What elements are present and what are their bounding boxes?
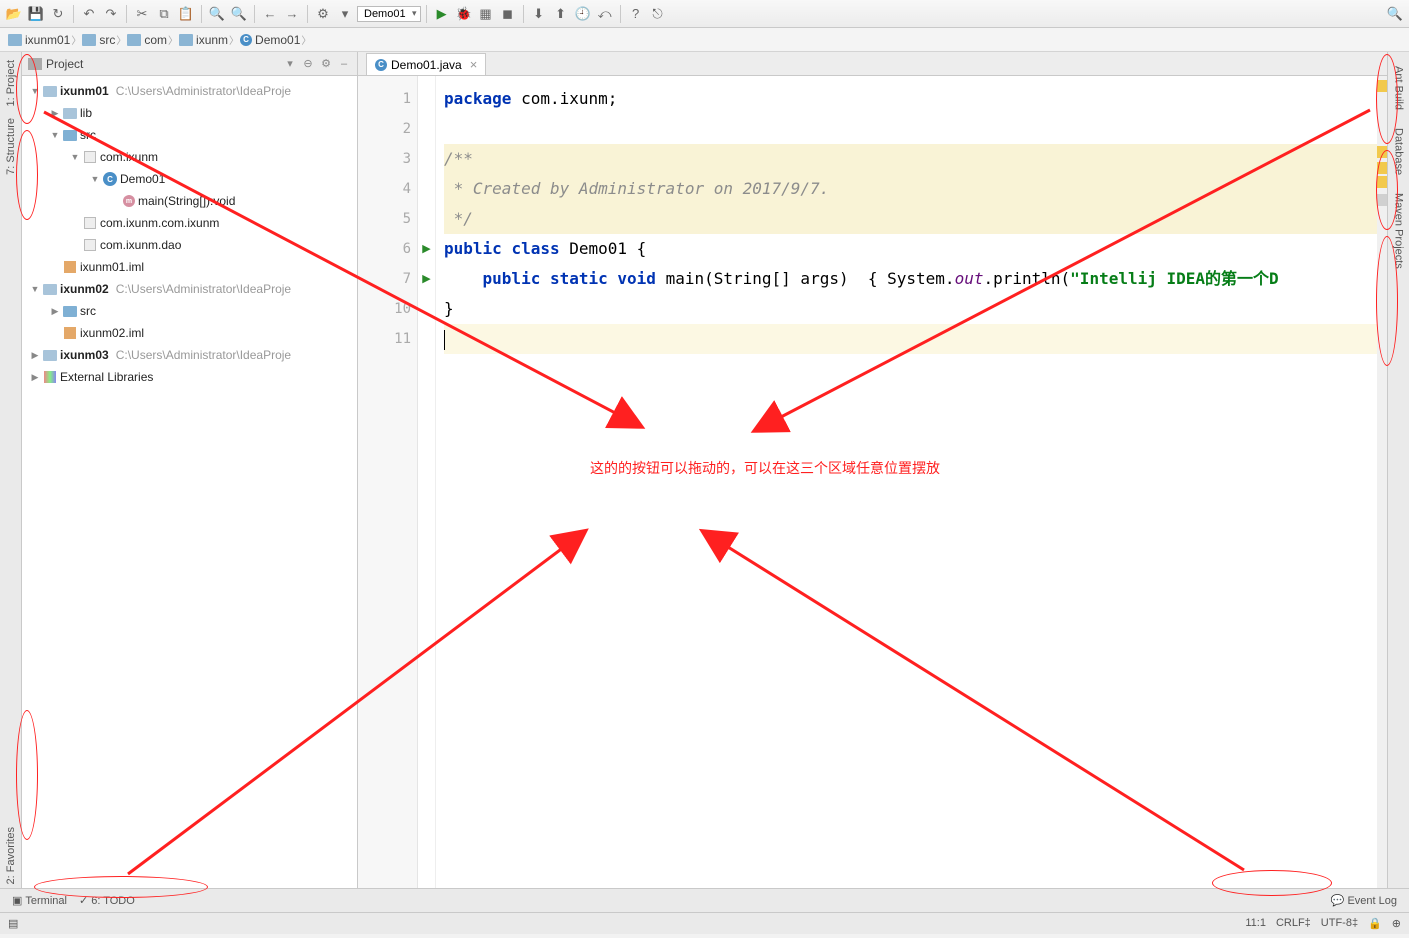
code-content[interactable]: package com.ixunm; /** * Created by Admi… [436,76,1387,888]
project-view-icon [28,58,42,70]
run-gutter: ▶ ▶ [418,76,436,888]
warning-stripe[interactable] [1377,76,1387,888]
tree-pkg2[interactable]: com.ixunm.com.ixunm [22,212,357,234]
editor-area: C Demo01.java × 1 2 3 4 5 6 7 10 11 ▶ ▶ [358,52,1387,888]
caret-position[interactable]: 11:1 [1245,917,1266,930]
tab-todo[interactable]: ✓6: TODO [73,892,141,909]
copy-icon[interactable]: ⧉ [154,4,174,24]
line-gutter: 1 2 3 4 5 6 7 10 11 [358,76,418,888]
bc-project[interactable]: ixunm01 [4,31,78,49]
bc-com[interactable]: com [123,31,175,49]
tree-pkg1[interactable]: ▼com.ixunm [22,146,357,168]
left-tool-strip: 1: Project 7: Structure 2: Favorites [0,52,22,888]
tab-file[interactable]: C Demo01.java × [366,53,486,75]
hide-icon[interactable]: – [337,57,351,71]
project-tree[interactable]: ▼ixunm01C:\Users\Administrator\IdeaProje… [22,76,357,888]
close-icon[interactable]: × [470,57,478,72]
redo-icon[interactable]: ↷ [101,4,121,24]
lock-icon[interactable]: 🔒 [1368,917,1382,930]
bc-ixunm[interactable]: ixunm [175,31,236,49]
editor-body[interactable]: 1 2 3 4 5 6 7 10 11 ▶ ▶ package com.ixun… [358,76,1387,888]
tree-src[interactable]: ▼src [22,124,357,146]
tab-label: Demo01.java [391,58,462,72]
todo-icon: ✓ [79,894,88,907]
tab-project[interactable]: 1: Project [3,56,19,110]
inspect-icon[interactable]: ⊕ [1392,917,1401,930]
tree-pkg3[interactable]: com.ixunm.dao [22,234,357,256]
bc-src[interactable]: src [78,31,123,49]
tree-iml1[interactable]: ixunm01.iml [22,256,357,278]
vcs-icon[interactable]: ⬇ [529,4,549,24]
tab-ant[interactable]: Ant Build [1391,62,1407,114]
find-icon[interactable]: 🔍 [207,4,227,24]
tab-eventlog[interactable]: 💬Event Log [1325,892,1403,909]
tab-maven[interactable]: Maven Projects [1391,189,1407,273]
undo-icon[interactable]: ↶ [79,4,99,24]
open-icon[interactable]: 📂 [4,4,24,24]
add-config-icon[interactable]: ▾ [335,4,355,24]
tab-favorites[interactable]: 2: Favorites [3,823,19,888]
tree-ext[interactable]: ▶External Libraries [22,366,357,388]
scroll-from-icon[interactable]: ▾ [283,57,297,71]
tree-root1[interactable]: ▼ixunm01C:\Users\Administrator\IdeaProje [22,80,357,102]
run-config-combo[interactable]: Demo01 [357,6,421,22]
run-icon[interactable]: ▶ [432,4,452,24]
bottom-tool-strip: ▣Terminal ✓6: TODO 💬Event Log [0,888,1409,912]
status-icon[interactable]: ▤ [8,917,18,930]
build-icon[interactable]: ⚙ [313,4,333,24]
run-line-icon[interactable]: ▶ [418,234,435,264]
replace-icon[interactable]: 🔍 [229,4,249,24]
tree-src2[interactable]: ▶src [22,300,357,322]
coverage-icon[interactable]: ▦ [476,4,496,24]
vcs-push-icon[interactable]: ⬆ [551,4,571,24]
project-panel-header: Project ▾ ⊖ ⚙ – [22,52,357,76]
stop-icon[interactable]: ◼ [498,4,518,24]
revert-icon[interactable]: ⤺ [595,4,615,24]
tab-terminal[interactable]: ▣Terminal [6,892,73,909]
terminal-icon: ▣ [12,894,22,907]
tree-class[interactable]: ▼CDemo01 [22,168,357,190]
main-toolbar: 📂 💾 ↻ ↶ ↷ ✂ ⧉ 📋 🔍 🔍 ← → ⚙ ▾ Demo01 ▶ 🐞 ▦… [0,0,1409,28]
gear-icon[interactable]: ⚙ [319,57,333,71]
forward-icon[interactable]: → [282,4,302,24]
history-icon[interactable]: 🕘 [573,4,593,24]
bc-class[interactable]: CDemo01 [236,31,308,49]
editor-tabs: C Demo01.java × [358,52,1387,76]
collapse-icon[interactable]: ⊖ [301,57,315,71]
project-panel: Project ▾ ⊖ ⚙ – ▼ixunm01C:\Users\Adminis… [22,52,358,888]
tree-root2[interactable]: ▼ixunm02C:\Users\Administrator\IdeaProje [22,278,357,300]
status-bar: ▤ 11:1 CRLF‡ UTF-8‡ 🔒 ⊕ [0,912,1409,934]
search-everywhere-icon[interactable]: 🔍 [1385,4,1405,24]
cut-icon[interactable]: ✂ [132,4,152,24]
right-tool-strip: Ant Build Database Maven Projects [1387,52,1409,888]
breadcrumb: ixunm01 src com ixunm CDemo01 [0,28,1409,52]
exit-icon[interactable]: ⎋ [648,4,668,24]
tab-structure[interactable]: 7: Structure [3,114,19,179]
refresh-icon[interactable]: ↻ [48,4,68,24]
debug-icon[interactable]: 🐞 [454,4,474,24]
tree-lib[interactable]: ▶lib [22,102,357,124]
tree-root3[interactable]: ▶ixunm03C:\Users\Administrator\IdeaProje [22,344,357,366]
encoding[interactable]: UTF-8‡ [1321,917,1358,930]
project-panel-title: Project [46,57,83,71]
eventlog-icon: 💬 [1331,894,1345,907]
tree-iml2[interactable]: ixunm02.iml [22,322,357,344]
save-icon[interactable]: 💾 [26,4,46,24]
back-icon[interactable]: ← [260,4,280,24]
paste-icon[interactable]: 📋 [176,4,196,24]
help-icon[interactable]: ? [626,4,646,24]
class-icon: C [375,59,387,71]
tab-database[interactable]: Database [1391,124,1407,179]
tree-method[interactable]: mmain(String[]):void [22,190,357,212]
run-line-icon[interactable]: ▶ [418,264,435,294]
line-separator[interactable]: CRLF‡ [1276,917,1311,930]
